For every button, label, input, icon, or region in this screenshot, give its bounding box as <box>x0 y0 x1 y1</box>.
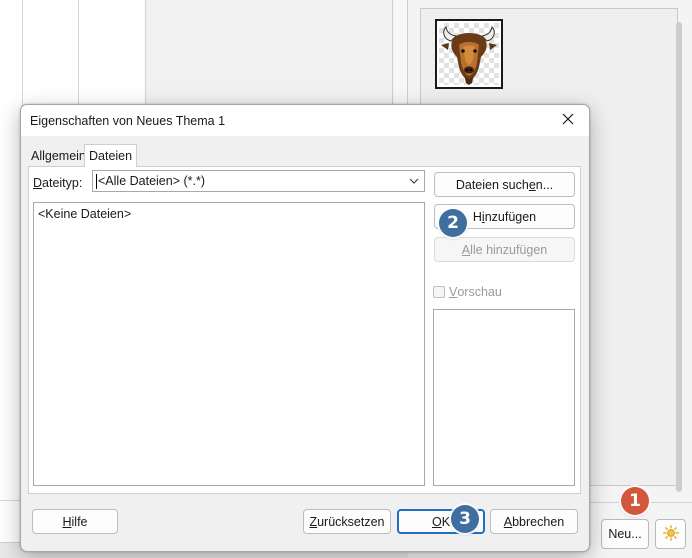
filetype-dropdown[interactable]: <Alle Dateien> (*.*) <box>92 170 425 192</box>
search-files-button[interactable]: Dateien such e n... <box>434 172 575 197</box>
callout-number: 1 <box>629 491 641 511</box>
add-all-label: lle hinzufügen <box>470 242 548 257</box>
reset-button[interactable]: Zurücksetzen <box>303 509 391 534</box>
filetype-label-accel: D <box>33 176 43 190</box>
checkbox-box <box>433 286 445 298</box>
tab-files-label: Dateien <box>89 149 133 163</box>
reset-label: urücksetzen <box>317 514 385 529</box>
close-icon <box>562 113 574 128</box>
dialog-title: Eigenschaften von Neues Thema 1 <box>30 114 226 128</box>
help-button[interactable]: Hilfe <box>32 509 118 534</box>
tab-files[interactable]: Dateien <box>84 144 138 167</box>
search-files-label: Dateien such <box>455 177 529 192</box>
theme-properties-button[interactable] <box>655 519 686 549</box>
callout-badge-3: 3 <box>451 505 479 533</box>
ok-accel: O <box>431 514 442 529</box>
preview-pane <box>433 309 575 486</box>
search-files-label-end: n... <box>535 177 554 192</box>
file-list[interactable]: <Keine Dateien> <box>33 202 425 486</box>
text-caret <box>96 173 97 189</box>
filetype-value: <Alle Dateien> (*.*) <box>98 174 206 188</box>
add-label: H <box>472 209 482 224</box>
help-label: ilfe <box>71 514 88 529</box>
callout-number: 3 <box>459 509 471 529</box>
add-label-end: nzufügen <box>484 209 537 224</box>
help-accel: H <box>62 514 72 529</box>
sun-icon <box>662 524 679 544</box>
add-all-accel: A <box>461 242 471 257</box>
chevron-down-icon <box>408 175 420 190</box>
gallery-scrollbar[interactable] <box>676 22 682 492</box>
cancel-accel: A <box>503 514 513 529</box>
filetype-label: Dateityp: <box>33 176 82 190</box>
file-list-empty-text: <Keine Dateien> <box>38 207 132 221</box>
callout-badge-1: 1 <box>621 487 649 515</box>
new-theme-button-label: Neu... <box>608 527 642 541</box>
theme-properties-dialog: Eigenschaften von Neues Thema 1 Allgemei… <box>20 104 590 552</box>
ok-label: K <box>441 514 451 529</box>
search-files-accel: e <box>528 177 536 192</box>
preview-label: orschau <box>457 285 502 299</box>
preview-accel: V <box>449 285 458 299</box>
gallery-thumbnail[interactable] <box>435 19 503 89</box>
filetype-label-text: ateityp: <box>42 176 83 190</box>
dialog-titlebar: Eigenschaften von Neues Thema 1 <box>21 105 589 136</box>
new-theme-button[interactable]: Neu... <box>601 519 649 549</box>
reset-accel: Z <box>309 514 318 529</box>
bison-icon <box>439 23 499 85</box>
cancel-button[interactable]: Abbrechen <box>490 509 578 534</box>
add-all-button[interactable]: Alle hinzufügen <box>434 237 575 262</box>
tab-general[interactable]: Allgemein <box>27 145 90 167</box>
tab-general-label: Allgemein <box>31 149 86 163</box>
preview-checkbox[interactable]: Vorschau <box>433 285 502 299</box>
callout-badge-2: 2 <box>439 209 467 237</box>
cancel-label: bbrechen <box>512 514 565 529</box>
callout-number: 2 <box>447 213 459 233</box>
close-button[interactable] <box>547 105 589 136</box>
